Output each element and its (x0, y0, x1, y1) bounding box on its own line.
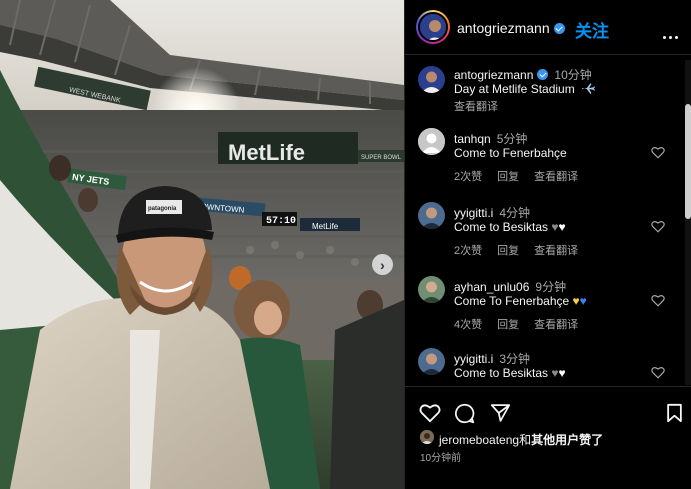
yellow-heart-emoji: ♥ (572, 294, 580, 308)
caption-text-content: Day at Metlife Stadium (454, 82, 575, 96)
verified-badge-icon (553, 23, 565, 34)
comment-username-text[interactable]: yyigitti.i (454, 206, 493, 220)
next-photo-button[interactable]: › (372, 254, 393, 275)
comment-text: Come To Fenerbahçe ♥♥ (454, 294, 587, 308)
super-bowl-sign: SUPER BOWL (361, 155, 402, 161)
caption-username-text[interactable]: antogriezmann (454, 68, 533, 82)
scrollbar-thumb[interactable] (685, 104, 691, 219)
caption-text: Day at Metlife Stadium (454, 82, 596, 96)
author-username[interactable]: antogriezmann (457, 20, 565, 36)
likes-summary: jeromeboateng和其他用户赞了 (439, 431, 603, 448)
white-heart-emoji: ♥ (558, 366, 566, 380)
black-heart-emoji: ♥ (551, 366, 559, 380)
author-username-text[interactable]: antogriezmann (457, 20, 550, 36)
comment-text: Come to Besiktas ♥♥ (454, 220, 566, 234)
comment-meta: 2次赞 回复 查看翻译 (454, 242, 593, 258)
comment-likes[interactable]: 2次赞 (454, 245, 482, 257)
comment-username-text[interactable]: ayhan_unlu06 (454, 280, 529, 294)
caption-avatar[interactable] (418, 66, 445, 93)
comment-text: Come to Fenerbahçe (454, 146, 567, 160)
scoreboard-clock: 57:10 (266, 216, 296, 227)
translate-link[interactable]: 查看翻译 (534, 319, 578, 331)
comments-list: antogriezmann 10分钟 Day at Metlife Stadium… (405, 56, 691, 386)
comment-text-content: Come to Besiktas (454, 366, 549, 380)
reply-button[interactable]: 回复 (497, 171, 519, 183)
comment-username-text[interactable]: yyigitti.i (454, 352, 493, 366)
post-side-panel: antogriezmann 关注 antogriezmann 10分钟 Day a… (404, 0, 691, 489)
metlife-small-sign: MetLife (312, 222, 339, 231)
more-icon[interactable] (663, 26, 681, 44)
stadium-photo-illustration: WEST WEBANK MetLife SUPER BOWL NY JETS D… (0, 0, 404, 489)
heart-icon[interactable] (651, 366, 665, 379)
caption-username[interactable]: antogriezmann 10分钟 (454, 66, 592, 83)
airplane-icon (582, 83, 596, 94)
translate-link[interactable]: 查看翻译 (534, 245, 578, 257)
post-photo[interactable]: WEST WEBANK MetLife SUPER BOWL NY JETS D… (0, 0, 404, 489)
comment-text-content: Come to Besiktas (454, 220, 549, 234)
comment-avatar[interactable] (418, 348, 445, 375)
liker-username[interactable]: jeromeboateng (439, 433, 519, 447)
comment-text: Come to Besiktas ♥♥ (454, 366, 566, 380)
caption-translate[interactable]: 查看翻译 (454, 98, 513, 114)
comment-meta: 4次赞 回复 查看翻译 (454, 316, 593, 332)
comment-avatar[interactable] (418, 276, 445, 303)
heart-icon[interactable] (651, 294, 665, 307)
comments-scrollbar[interactable] (685, 60, 691, 385)
follow-button[interactable]: 关注 (575, 17, 609, 42)
comment-likes[interactable]: 4次赞 (454, 319, 482, 331)
caption-time: 10分钟 (554, 68, 592, 82)
comment-time: 4分钟 (499, 206, 531, 220)
black-heart-emoji: ♥ (551, 220, 559, 234)
verified-badge-icon (537, 69, 549, 80)
comment-username[interactable]: ayhan_unlu06 9分钟 (454, 278, 566, 295)
comment-item: tanhqn 5分钟 Come to Fenerbahçe 2次赞 回复 查看翻译 (405, 128, 691, 184)
post-timestamp: 10分钟前 (420, 453, 462, 464)
reply-button[interactable]: 回复 (497, 319, 519, 331)
avatar-image (420, 14, 446, 40)
comment-username[interactable]: tanhqn 5分钟 (454, 130, 527, 147)
metlife-sign: MetLife (228, 140, 305, 165)
comment-avatar-default[interactable] (418, 128, 445, 155)
liker-avatar[interactable] (420, 430, 434, 444)
reply-button[interactable]: 回复 (497, 245, 519, 257)
white-heart-emoji: ♥ (558, 220, 566, 234)
comment-item: ayhan_unlu06 9分钟 Come To Fenerbahçe ♥♥ 4次… (405, 276, 691, 332)
comment-text-content: Come To Fenerbahçe (454, 294, 570, 308)
comment-username[interactable]: yyigitti.i 3分钟 (454, 350, 530, 367)
caption: antogriezmann 10分钟 Day at Metlife Stadium… (405, 64, 691, 114)
comment-item: yyigitti.i 3分钟 Come to Besiktas ♥♥ (405, 348, 691, 386)
likes-connector: 和 (519, 433, 532, 447)
comment-time: 3分钟 (499, 352, 531, 366)
comment-item: yyigitti.i 4分钟 Come to Besiktas ♥♥ 2次赞 回复 查… (405, 202, 691, 258)
author-avatar[interactable] (416, 10, 450, 44)
chevron-right-icon: › (380, 256, 385, 273)
bookmark-icon[interactable] (666, 403, 683, 423)
post-header: antogriezmann 关注 (405, 0, 691, 55)
heart-icon[interactable] (419, 403, 441, 423)
likes-others-link[interactable]: 其他用户赞了 (531, 433, 603, 447)
comment-likes[interactable]: 2次赞 (454, 171, 482, 183)
heart-icon[interactable] (651, 146, 665, 159)
cap-logo: patagonia (148, 206, 177, 212)
translate-link[interactable]: 查看翻译 (534, 171, 578, 183)
comment-avatar[interactable] (418, 202, 445, 229)
heart-icon[interactable] (651, 220, 665, 233)
comment-time: 9分钟 (535, 280, 567, 294)
caption-translate-link[interactable]: 查看翻译 (454, 101, 498, 113)
comment-icon[interactable] (454, 403, 475, 424)
comment-time: 5分钟 (496, 132, 528, 146)
comment-username-text[interactable]: tanhqn (454, 132, 491, 146)
comment-username[interactable]: yyigitti.i 4分钟 (454, 204, 530, 221)
blue-heart-emoji: ♥ (579, 294, 587, 308)
comment-meta: 2次赞 回复 查看翻译 (454, 168, 593, 184)
share-icon[interactable] (490, 403, 511, 423)
